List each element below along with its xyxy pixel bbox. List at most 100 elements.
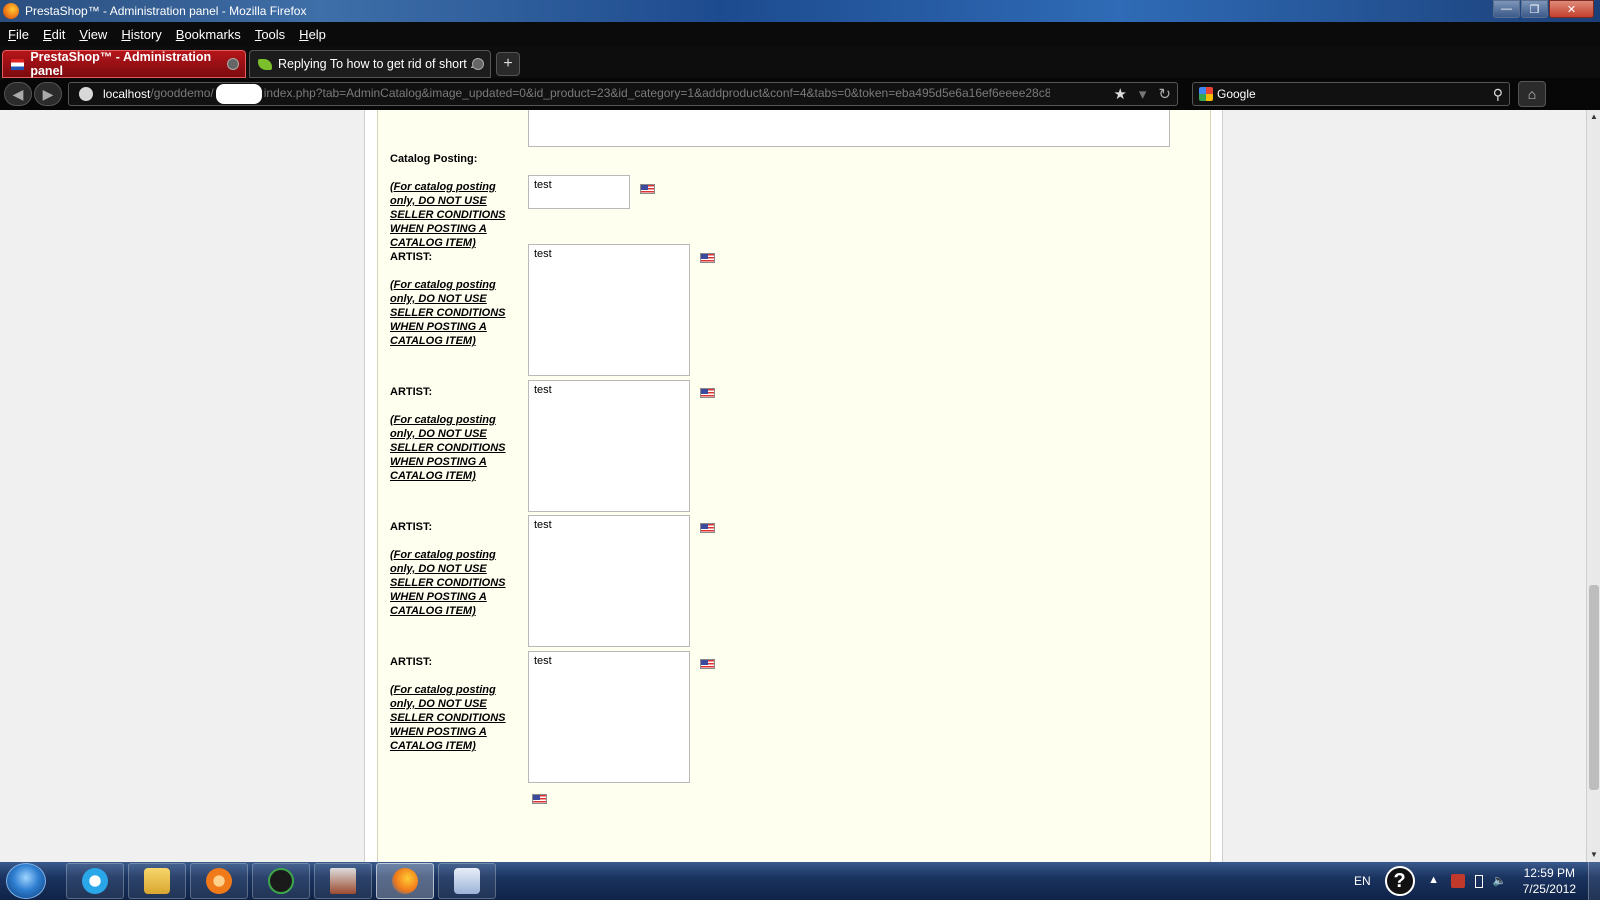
show-desktop-button[interactable] <box>1588 862 1600 900</box>
prestashop-favicon-icon <box>11 58 25 70</box>
taskbar-internet-explorer[interactable] <box>66 863 124 899</box>
artist-note: (For catalog posting only, DO NOT USE SE… <box>390 684 506 752</box>
search-engine-label: Google <box>1217 87 1256 101</box>
menu-tools[interactable]: Tools <box>255 27 285 42</box>
tab-label: PrestaShop™ - Administration panel <box>30 50 212 78</box>
reload-icon[interactable]: ↻ <box>1158 85 1171 103</box>
url-path-start: /gooddemo/ <box>150 86 214 101</box>
artist-label: ARTIST: <box>390 251 433 263</box>
help-icon[interactable]: ? <box>1384 866 1415 896</box>
taskbar-app-window[interactable] <box>438 863 496 899</box>
security-alert-icon[interactable] <box>1450 874 1465 888</box>
firefox-icon <box>392 868 418 894</box>
bookmark-star-icon[interactable]: ★ <box>1113 85 1126 103</box>
system-tray: EN ? ▲ 🔈 12:59 PM 7/25/2012 <box>1354 862 1600 900</box>
artist-textarea[interactable]: test <box>528 244 690 376</box>
artist-textarea[interactable]: test <box>528 515 690 647</box>
url-host: localhost <box>103 87 151 101</box>
menu-edit[interactable]: Edit <box>43 27 65 42</box>
url-icons: ★ ▾ ↻ <box>1113 85 1171 103</box>
start-button[interactable] <box>6 863 46 899</box>
navigation-bar: ◀ ▶ localhost /gooddemo/index.php?tab=Ad… <box>0 78 1600 110</box>
search-icon[interactable]: ⚲ <box>1493 86 1503 103</box>
us-flag-icon[interactable] <box>640 184 655 194</box>
catalog-posting-label: Catalog Posting: <box>390 153 478 165</box>
forward-button[interactable]: ▶ <box>34 82 62 106</box>
scroll-up-icon[interactable]: ▲ <box>1589 112 1599 122</box>
menu-help[interactable]: Help <box>299 27 326 42</box>
taskbar-media-player[interactable] <box>190 863 248 899</box>
media-player-icon <box>206 868 232 894</box>
artist-label: ARTIST: <box>390 521 433 533</box>
tab-close-icon[interactable] <box>227 58 239 70</box>
minimize-button[interactable]: — <box>1493 0 1520 18</box>
window-controls: — ❐ ✕ <box>1492 0 1594 18</box>
us-flag-icon[interactable] <box>700 253 715 263</box>
folder-icon <box>144 868 170 894</box>
site-identity-icon[interactable] <box>79 87 93 101</box>
us-flag-icon[interactable] <box>700 388 715 398</box>
menu-bar: File Edit View History Bookmarks Tools H… <box>0 22 1600 46</box>
clock-time: 12:59 PM <box>1523 866 1575 880</box>
windows-taskbar: EN ? ▲ 🔈 12:59 PM 7/25/2012 <box>0 862 1600 900</box>
taskbar-scanner[interactable] <box>314 863 372 899</box>
taskbar-firefox[interactable] <box>376 863 434 899</box>
tab-label: Replying To how to get rid of short ... <box>278 57 481 71</box>
google-icon[interactable] <box>1199 87 1213 101</box>
taskbar-hp[interactable] <box>252 863 310 899</box>
url-path: /gooddemo/index.php?tab=AdminCatalog&ima… <box>150 84 1050 104</box>
internet-explorer-icon <box>82 868 108 894</box>
menu-file[interactable]: File <box>8 27 29 42</box>
language-indicator[interactable]: EN <box>1354 874 1371 888</box>
address-bar[interactable]: localhost /gooddemo/index.php?tab=AdminC… <box>68 82 1178 106</box>
scanner-icon <box>330 868 356 894</box>
us-flag-icon[interactable] <box>700 659 715 669</box>
tab-bar: PrestaShop™ - Administration panel Reply… <box>0 46 1600 78</box>
artist-note: (For catalog posting only, DO NOT USE SE… <box>390 279 506 347</box>
firefox-logo-icon <box>3 3 19 19</box>
tab-close-icon[interactable] <box>472 58 484 70</box>
menu-view[interactable]: View <box>79 27 107 42</box>
maximize-button[interactable]: ❐ <box>1521 0 1548 18</box>
artist-textarea[interactable]: test <box>528 380 690 512</box>
artist-label: ARTIST: <box>390 656 433 668</box>
us-flag-icon[interactable] <box>532 794 547 804</box>
menu-bookmarks[interactable]: Bookmarks <box>176 27 241 42</box>
page-viewport: Catalog Posting: (For catalog posting on… <box>0 110 1600 862</box>
taskbar-file-explorer[interactable] <box>128 863 186 899</box>
clock-date: 7/25/2012 <box>1522 882 1576 896</box>
admin-content-column: Catalog Posting: (For catalog posting on… <box>364 110 1223 862</box>
previous-textarea[interactable] <box>528 110 1170 147</box>
window-title: PrestaShop™ - Administration panel - Moz… <box>25 4 307 18</box>
product-form: Catalog Posting: (For catalog posting on… <box>377 110 1211 862</box>
menu-history[interactable]: History <box>121 27 161 42</box>
tab-replying[interactable]: Replying To how to get rid of short ... <box>249 50 491 78</box>
artist-textarea[interactable]: test <box>528 651 690 783</box>
window-titlebar: PrestaShop™ - Administration panel - Moz… <box>0 0 1600 22</box>
battery-icon[interactable] <box>1474 874 1483 888</box>
show-hidden-icons-icon[interactable]: ▲ <box>1427 874 1441 888</box>
artist-note: (For catalog posting only, DO NOT USE SE… <box>390 414 506 482</box>
scroll-down-icon[interactable]: ▼ <box>1589 850 1599 860</box>
hp-icon <box>268 868 294 894</box>
volume-icon[interactable]: 🔈 <box>1493 874 1507 888</box>
tab-prestashop-admin[interactable]: PrestaShop™ - Administration panel <box>2 50 246 78</box>
application-window-icon <box>454 868 480 894</box>
artist-note: (For catalog posting only, DO NOT USE SE… <box>390 549 506 617</box>
catalog-posting-note: (For catalog posting only, DO NOT USE SE… <box>390 181 506 249</box>
redacted-block <box>215 84 262 104</box>
catalog-posting-input[interactable]: test <box>528 175 630 209</box>
vertical-scrollbar[interactable]: ▲ ▼ <box>1586 110 1600 862</box>
close-window-button[interactable]: ✕ <box>1549 0 1594 18</box>
artist-label: ARTIST: <box>390 386 433 398</box>
scrollbar-thumb[interactable] <box>1589 585 1599 790</box>
forum-favicon-icon <box>258 58 272 70</box>
system-clock[interactable]: 12:59 PM 7/25/2012 <box>1523 865 1576 897</box>
search-bar[interactable]: Google ⚲ <box>1192 82 1510 106</box>
history-dropdown-icon[interactable]: ▾ <box>1139 85 1147 103</box>
us-flag-icon[interactable] <box>700 523 715 533</box>
back-button[interactable]: ◀ <box>4 82 32 106</box>
new-tab-button[interactable]: + <box>496 52 520 76</box>
url-query: index.php?tab=AdminCatalog&image_updated… <box>263 86 1051 101</box>
home-button[interactable]: ⌂ <box>1518 81 1546 107</box>
